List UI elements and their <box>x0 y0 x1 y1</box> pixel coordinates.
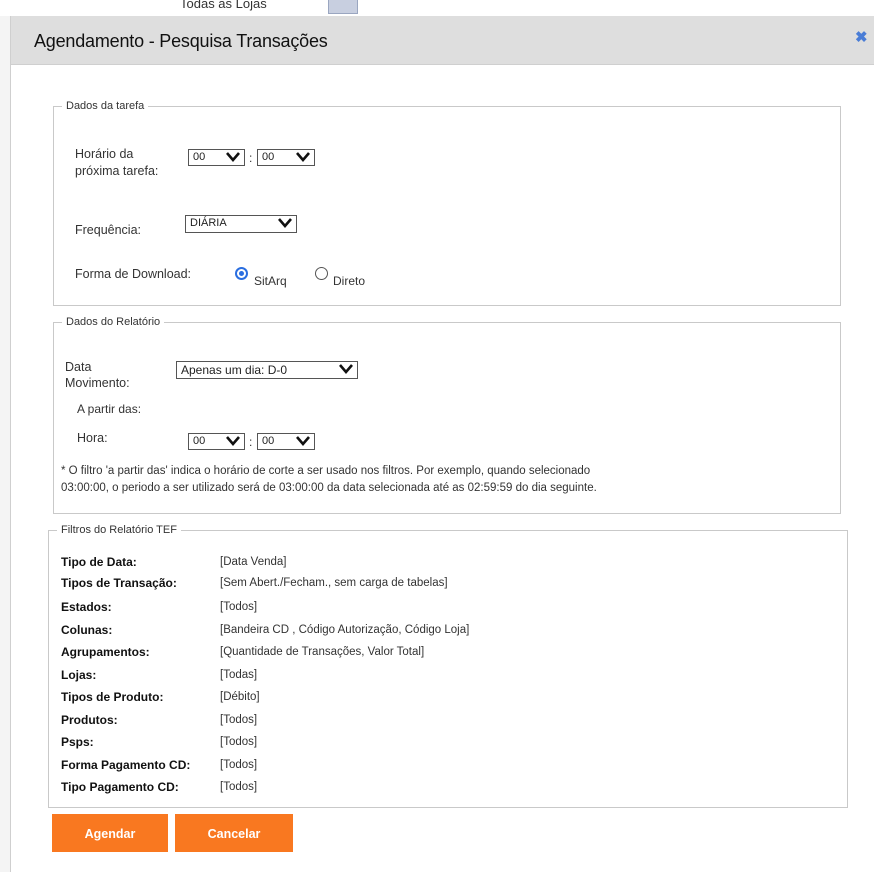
download-sitarq-label: SitArq <box>254 274 287 288</box>
filter-label: Agrupamentos: <box>61 645 150 659</box>
cutoff-note-line2: 03:00:00, o periodo a ser utilizado será… <box>61 482 597 494</box>
background-left-edge <box>0 16 11 872</box>
close-icon[interactable]: ✖ <box>855 28 868 46</box>
task-hour-value: 00 <box>193 151 206 163</box>
dialog-titlebar[interactable]: Agendamento - Pesquisa Transações ✖ <box>11 16 874 65</box>
schedule-button[interactable]: Agendar <box>52 814 168 852</box>
schedule-dialog: Agendamento - Pesquisa Transações ✖ Dado… <box>11 16 874 872</box>
download-method-label: Forma de Download: <box>75 267 192 281</box>
filter-label: Tipos de Produto: <box>61 690 164 704</box>
frequency-label: Frequência: <box>75 223 142 237</box>
filter-value: [Quantidade de Transações, Valor Total] <box>220 646 425 658</box>
download-direto-radio[interactable] <box>315 267 328 280</box>
background-store-select-text: Todas as Lojas <box>180 0 267 11</box>
cancel-button[interactable]: Cancelar <box>175 814 293 852</box>
task-hour-select[interactable]: 00 <box>188 149 245 166</box>
filter-value: [Data Venda] <box>220 556 287 568</box>
chevron-down-icon <box>296 152 310 162</box>
report-minute-value: 00 <box>262 435 275 447</box>
filter-value: [Sem Abert./Fecham., sem carga de tabela… <box>220 577 448 589</box>
filter-label: Tipos de Transação: <box>61 576 177 590</box>
hour-label: Hora: <box>77 431 108 445</box>
task-minute-select[interactable]: 00 <box>257 149 315 166</box>
filter-label: Psps: <box>61 735 94 749</box>
filter-value: [Todos] <box>220 781 258 793</box>
task-data-legend: Dados da tarefa <box>66 100 145 112</box>
chevron-down-icon <box>226 436 240 446</box>
next-task-time-label-line2: próxima tarefa: <box>75 164 159 178</box>
movement-date-select[interactable]: Apenas um dia: D-0 <box>176 361 358 379</box>
background-dropdown-button <box>328 0 358 14</box>
task-minute-value: 00 <box>262 151 275 163</box>
frequency-value: DIÁRIA <box>190 217 227 229</box>
movement-date-label-line2: Movimento: <box>65 376 130 390</box>
download-sitarq-radio[interactable] <box>235 267 248 280</box>
next-task-time-label-line1: Horário da <box>75 147 134 161</box>
movement-date-label-line1: Data <box>65 360 92 374</box>
chevron-down-icon <box>278 218 292 228</box>
task-time-colon: : <box>249 151 253 165</box>
report-minute-select[interactable]: 00 <box>257 433 315 450</box>
filter-label: Forma Pagamento CD: <box>61 758 191 772</box>
filter-value: [Todas] <box>220 669 258 681</box>
movement-date-value: Apenas um dia: D-0 <box>181 363 288 377</box>
from-time-label: A partir das: <box>77 402 142 416</box>
filter-label: Tipo Pagamento CD: <box>61 780 179 794</box>
filter-value: [Bandeira CD , Código Autorização, Códig… <box>220 624 470 636</box>
filter-label: Colunas: <box>61 623 113 637</box>
filter-label: Tipo de Data: <box>61 555 137 569</box>
report-hour-value: 00 <box>193 435 206 447</box>
chevron-down-icon <box>296 436 310 446</box>
chevron-down-icon <box>226 152 240 162</box>
cutoff-note-line1: * O filtro 'a partir das' indica o horár… <box>61 465 591 477</box>
background-page-strip: Todas as Lojas <box>0 0 874 16</box>
chevron-down-icon <box>339 364 353 374</box>
filter-value: [Todos] <box>220 714 258 726</box>
filter-value: [Todos] <box>220 736 258 748</box>
report-hour-select[interactable]: 00 <box>188 433 245 450</box>
report-data-legend: Dados do Relatório <box>66 316 161 328</box>
report-time-colon: : <box>249 435 253 449</box>
filter-label: Estados: <box>61 600 112 614</box>
filter-value: [Todos] <box>220 759 258 771</box>
filter-value: [Todos] <box>220 601 258 613</box>
filter-value: [Débito] <box>220 691 260 703</box>
filter-label: Produtos: <box>61 713 118 727</box>
tef-filters-legend: Filtros do Relatório TEF <box>61 524 177 536</box>
dialog-title: Agendamento - Pesquisa Transações <box>34 31 328 51</box>
frequency-select[interactable]: DIÁRIA <box>185 215 297 233</box>
download-direto-label: Direto <box>333 274 366 288</box>
filter-label: Lojas: <box>61 668 97 682</box>
